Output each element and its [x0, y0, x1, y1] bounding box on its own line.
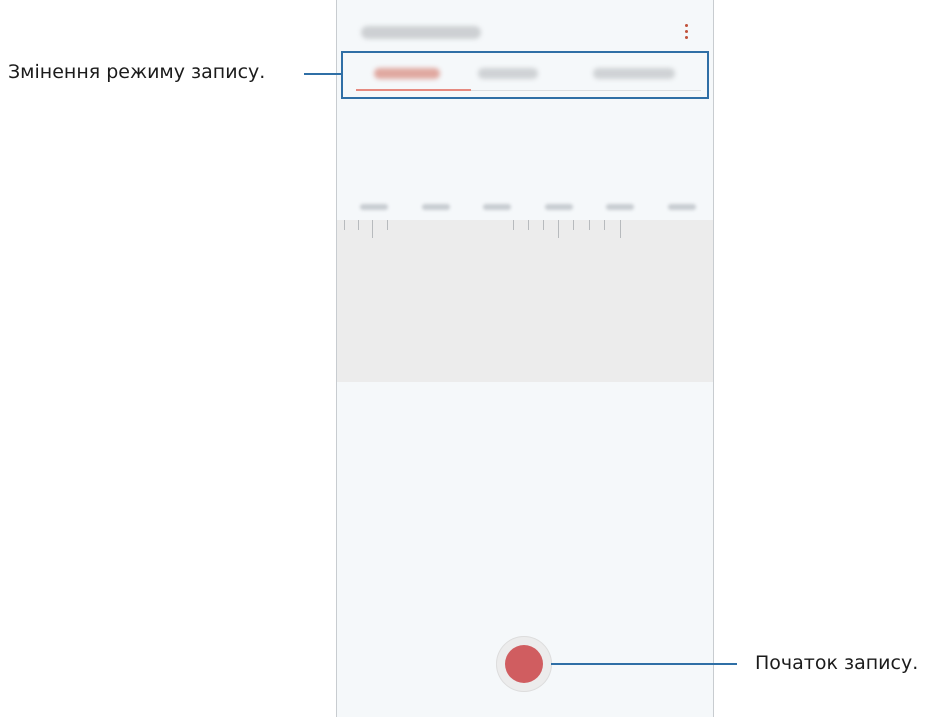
time-label	[545, 204, 573, 210]
record-button[interactable]	[496, 636, 552, 692]
tab-standard[interactable]	[374, 68, 440, 82]
timeline-tick	[528, 220, 529, 230]
timeline-tick	[387, 220, 388, 230]
time-label	[668, 204, 696, 210]
timeline-tick	[620, 220, 621, 238]
time-label	[360, 204, 388, 210]
time-label	[606, 204, 634, 210]
mode-tabs	[341, 51, 709, 99]
timeline-tick	[573, 220, 574, 230]
tab-interview[interactable]	[478, 68, 538, 82]
callout-mode-change: Змінення режиму запису.	[8, 61, 266, 83]
app-title	[361, 26, 481, 39]
timeline-tick	[513, 220, 514, 230]
timeline-tick	[372, 220, 373, 238]
record-icon	[505, 645, 543, 683]
callout-start-recording: Початок запису.	[755, 652, 919, 674]
timeline-labels	[337, 204, 713, 214]
active-tab-indicator	[356, 89, 471, 91]
timeline-tick	[604, 220, 605, 230]
more-vertical-icon[interactable]	[683, 24, 689, 42]
timeline-tick	[589, 220, 590, 230]
timeline-tick	[358, 220, 359, 230]
phone-screen	[336, 0, 714, 717]
tab-speech-to-text[interactable]	[593, 68, 675, 82]
callout-leader-line	[304, 73, 341, 75]
callout-leader-line	[551, 663, 737, 665]
timeline-tick	[543, 220, 544, 230]
time-label	[483, 204, 511, 210]
timeline-tick	[344, 220, 345, 230]
timeline-tick	[558, 220, 559, 238]
time-label	[422, 204, 450, 210]
waveform-area	[337, 220, 713, 382]
